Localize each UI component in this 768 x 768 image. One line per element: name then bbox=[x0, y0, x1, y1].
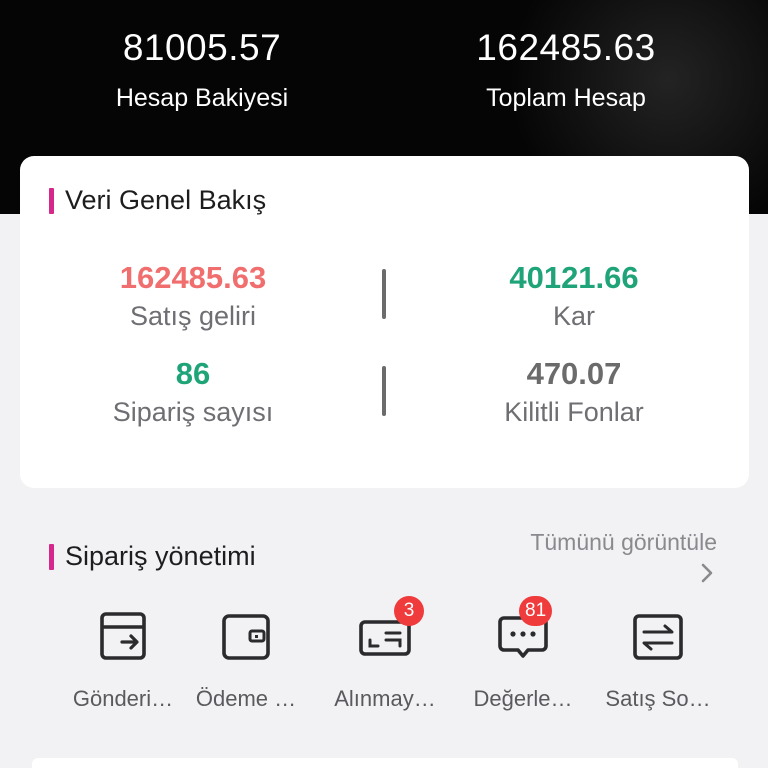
overview-section-title: Veri Genel Bakış bbox=[49, 185, 266, 216]
order-item-label: Değerle… bbox=[473, 686, 573, 711]
sales-revenue-metric[interactable]: 162485.63 Satış geliri bbox=[43, 260, 343, 332]
account-balance-value: 81005.57 bbox=[122, 27, 282, 68]
profit-value: 40121.66 bbox=[509, 260, 639, 295]
profit-label: Kar bbox=[552, 301, 596, 331]
profit-metric[interactable]: 40121.66 Kar bbox=[424, 260, 724, 332]
locked-funds-metric[interactable]: 470.07 Kilitli Fonlar bbox=[424, 356, 724, 428]
total-account-stat[interactable]: 162485.63 Toplam Hesap bbox=[406, 26, 726, 113]
order-item-label: Alınmay… bbox=[334, 686, 436, 711]
order-item-reviews[interactable]: 81 Değerle… bbox=[455, 596, 591, 720]
metric-divider bbox=[382, 269, 386, 319]
order-management-title-text: Sipariş yönetimi bbox=[65, 541, 256, 571]
order-item-not-received[interactable]: 3 Alınmay… bbox=[317, 596, 453, 720]
order-count-metric[interactable]: 86 Sipariş sayısı bbox=[43, 356, 343, 428]
reviews-count-badge: 81 bbox=[519, 596, 553, 626]
order-count-value: 86 bbox=[175, 356, 211, 391]
total-account-value: 162485.63 bbox=[476, 27, 656, 68]
view-all-link[interactable]: Tümünü görüntüle bbox=[530, 529, 717, 556]
account-balance-stat[interactable]: 81005.57 Hesap Bakiyesi bbox=[42, 26, 362, 113]
account-balance-label: Hesap Bakiyesi bbox=[115, 84, 289, 112]
order-item-after-sales[interactable]: Satış So… bbox=[590, 610, 726, 720]
transfer-icon bbox=[633, 614, 683, 660]
locked-funds-value: 470.07 bbox=[526, 356, 622, 391]
metric-divider bbox=[382, 366, 386, 416]
locked-funds-label: Kilitli Fonlar bbox=[504, 397, 644, 427]
order-count-label: Sipariş sayısı bbox=[112, 397, 274, 427]
next-card-edge bbox=[32, 758, 738, 768]
section-accent-bar bbox=[49, 187, 54, 214]
order-item-payment[interactable]: Ödeme … bbox=[178, 610, 314, 720]
sales-revenue-label: Satış geliri bbox=[129, 301, 257, 331]
shipping-box-icon bbox=[100, 612, 146, 660]
chevron-right-icon[interactable] bbox=[696, 560, 718, 586]
not-received-count-badge: 3 bbox=[394, 596, 424, 626]
sales-revenue-value: 162485.63 bbox=[119, 260, 267, 295]
data-overview-card: Veri Genel Bakış 162485.63 Satış geliri … bbox=[20, 156, 749, 488]
order-item-label: Gönderi… bbox=[72, 686, 174, 711]
order-item-label: Ödeme … bbox=[195, 686, 297, 711]
order-management-title: Sipariş yönetimi bbox=[49, 541, 256, 572]
order-item-shipping[interactable]: Gönderi… bbox=[55, 610, 191, 720]
total-account-label: Toplam Hesap bbox=[486, 84, 646, 112]
overview-title-text: Veri Genel Bakış bbox=[65, 185, 267, 215]
section-accent-bar bbox=[49, 543, 54, 570]
order-item-label: Satış So… bbox=[605, 686, 711, 711]
wallet-icon bbox=[222, 614, 270, 660]
